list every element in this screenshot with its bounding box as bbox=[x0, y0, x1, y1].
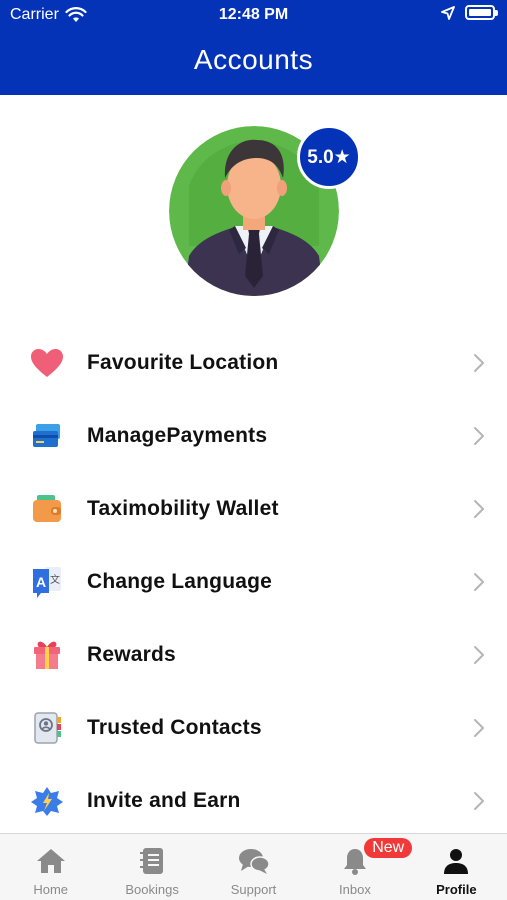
menu-item-label: Change Language bbox=[87, 569, 273, 593]
tab-profile[interactable]: Profile bbox=[406, 834, 507, 900]
chevron-right-icon bbox=[474, 718, 484, 737]
menu-item-manage-payments[interactable]: ManagePayments bbox=[0, 399, 507, 472]
location-arrow-icon bbox=[441, 5, 455, 20]
tab-inbox[interactable]: New Inbox bbox=[304, 834, 413, 900]
tab-label: Support bbox=[230, 882, 277, 897]
menu-item-label: Trusted Contacts bbox=[87, 715, 262, 739]
menu-item-rewards[interactable]: Rewards bbox=[0, 618, 507, 691]
chevron-right-icon bbox=[474, 645, 484, 664]
tab-bookings[interactable]: Bookings bbox=[101, 834, 202, 900]
accounts-screen: Carrier 12:48 PM Accounts 5.0★ Favourite… bbox=[0, 0, 507, 900]
tab-bar: Home Bookings Support New Inbox Profile bbox=[0, 833, 507, 900]
tab-label: Home bbox=[33, 882, 69, 897]
invite-icon bbox=[28, 782, 66, 820]
menu-item-taximobility-wallet[interactable]: Taximobility Wallet bbox=[0, 472, 507, 545]
tab-label: Bookings bbox=[125, 882, 179, 897]
header: Carrier 12:48 PM Accounts bbox=[0, 0, 507, 95]
svg-text:文: 文 bbox=[50, 573, 60, 586]
chevron-right-icon bbox=[474, 791, 484, 810]
menu-item-change-language[interactable]: A 文 Change Language bbox=[0, 545, 507, 618]
menu-item-label: Rewards bbox=[87, 642, 176, 666]
menu-item-label: ManagePayments bbox=[87, 423, 268, 447]
svg-text:A: A bbox=[36, 574, 46, 590]
rating-badge: 5.0★ bbox=[297, 125, 361, 189]
chat-bubbles-icon bbox=[238, 846, 270, 876]
tab-label: Profile bbox=[436, 882, 477, 897]
menu-item-label: Invite and Earn bbox=[87, 788, 241, 812]
status-bar: Carrier 12:48 PM bbox=[0, 0, 507, 30]
translate-icon: A 文 bbox=[28, 563, 66, 601]
contacts-icon bbox=[28, 709, 66, 747]
chevron-right-icon bbox=[474, 353, 484, 372]
credit-card-icon bbox=[28, 417, 66, 455]
bookings-icon bbox=[136, 846, 168, 876]
wallet-icon bbox=[28, 490, 66, 528]
gift-icon bbox=[28, 636, 66, 674]
status-time: 12:48 PM bbox=[218, 6, 289, 23]
profile-section: 5.0★ bbox=[169, 125, 361, 296]
tab-label: Inbox bbox=[339, 882, 371, 897]
menu-item-invite-and-earn[interactable]: Invite and Earn bbox=[0, 764, 507, 837]
tab-support[interactable]: Support bbox=[203, 834, 304, 900]
menu-item-label: Favourite Location bbox=[87, 350, 279, 374]
battery-icon bbox=[465, 5, 498, 20]
page-title: Accounts bbox=[193, 44, 314, 75]
tab-home[interactable]: Home bbox=[0, 834, 101, 900]
home-icon bbox=[35, 846, 67, 876]
heart-icon bbox=[28, 344, 66, 382]
menu-item-favourite-location[interactable]: Favourite Location bbox=[0, 326, 507, 399]
user-icon bbox=[440, 846, 472, 876]
chevron-right-icon bbox=[474, 499, 484, 518]
chevron-right-icon bbox=[474, 426, 484, 445]
account-menu: Favourite Location ManagePayments Taximo… bbox=[0, 326, 507, 837]
menu-item-label: Taximobility Wallet bbox=[87, 496, 279, 520]
menu-item-trusted-contacts[interactable]: Trusted Contacts bbox=[0, 691, 507, 764]
chevron-right-icon bbox=[474, 572, 484, 591]
